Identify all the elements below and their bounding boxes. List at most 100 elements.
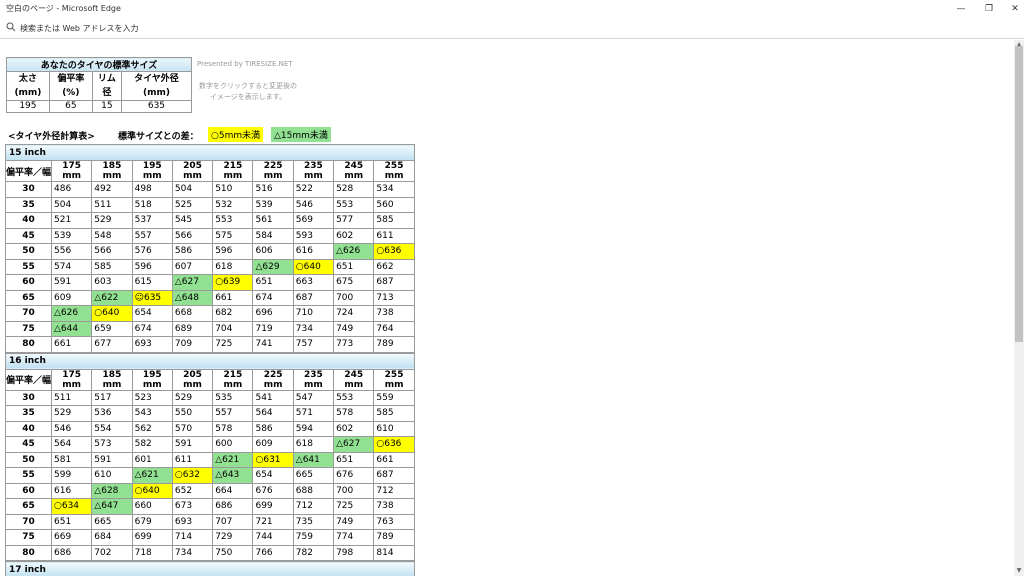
diameter-cell[interactable]: 486 <box>50 181 93 198</box>
diameter-cell[interactable]: 559 <box>373 389 415 406</box>
diameter-cell[interactable]: 651 <box>252 274 294 291</box>
diameter-cell[interactable]: 611 <box>171 451 214 468</box>
diameter-cell[interactable]: 712 <box>373 482 415 499</box>
close-button[interactable]: ✕ <box>1001 0 1024 18</box>
diameter-cell[interactable]: 529 <box>50 405 93 422</box>
diameter-cell[interactable]: 749 <box>333 320 375 337</box>
diameter-cell[interactable]: 651 <box>50 513 93 530</box>
diameter-cell[interactable]: 665 <box>292 467 335 484</box>
diameter-cell[interactable]: 654 <box>131 305 173 322</box>
diameter-cell[interactable]: 591 <box>50 274 93 291</box>
diameter-cell[interactable]: ○634 <box>50 498 93 515</box>
diameter-cell[interactable]: 591 <box>171 436 214 453</box>
diameter-cell[interactable]: 560 <box>373 196 415 213</box>
diameter-cell[interactable]: 673 <box>171 498 214 515</box>
diameter-cell[interactable]: 539 <box>50 227 93 244</box>
diameter-cell[interactable]: 618 <box>292 436 335 453</box>
diameter-cell[interactable]: 606 <box>252 243 294 260</box>
diameter-cell[interactable]: 689 <box>171 320 214 337</box>
diameter-cell[interactable]: 687 <box>292 289 335 306</box>
diameter-cell[interactable]: 661 <box>50 336 93 353</box>
diameter-cell[interactable]: 573 <box>91 436 133 453</box>
diameter-cell[interactable]: 618 <box>212 258 254 275</box>
diameter-cell[interactable]: 528 <box>333 181 375 198</box>
diameter-cell[interactable]: 661 <box>212 289 254 306</box>
diameter-cell[interactable]: 610 <box>91 467 133 484</box>
diameter-cell[interactable]: 596 <box>131 258 173 275</box>
diameter-cell[interactable]: 601 <box>131 451 173 468</box>
diameter-cell[interactable]: 566 <box>91 243 133 260</box>
diameter-cell[interactable]: 545 <box>171 212 214 229</box>
diameter-cell[interactable]: 548 <box>91 227 133 244</box>
diameter-cell[interactable]: 679 <box>131 513 173 530</box>
vertical-scrollbar[interactable]: ▲ ▼ <box>1014 40 1024 576</box>
diameter-cell[interactable]: 676 <box>252 482 294 499</box>
diameter-cell[interactable]: 712 <box>292 498 335 515</box>
diameter-cell[interactable]: 556 <box>50 243 93 260</box>
diameter-cell[interactable]: △644 <box>50 320 93 337</box>
diameter-cell[interactable]: 537 <box>131 212 173 229</box>
diameter-cell[interactable]: 591 <box>91 451 133 468</box>
diameter-cell[interactable]: 532 <box>212 196 254 213</box>
diameter-cell[interactable]: △622 <box>91 289 133 306</box>
diameter-cell[interactable]: 529 <box>91 212 133 229</box>
diameter-cell[interactable]: 586 <box>171 243 214 260</box>
diameter-cell[interactable]: 511 <box>91 196 133 213</box>
diameter-cell[interactable]: 534 <box>373 181 415 198</box>
diameter-cell[interactable]: 553 <box>333 196 375 213</box>
diameter-cell[interactable]: 763 <box>373 513 415 530</box>
diameter-cell[interactable]: 725 <box>333 498 375 515</box>
diameter-cell[interactable]: 782 <box>292 544 335 561</box>
diameter-cell[interactable]: 574 <box>50 258 93 275</box>
diameter-cell[interactable]: 611 <box>373 227 415 244</box>
diameter-cell[interactable]: 654 <box>252 467 294 484</box>
diameter-cell[interactable]: △627 <box>171 274 214 291</box>
diameter-cell[interactable]: 578 <box>333 405 375 422</box>
diameter-cell[interactable]: 554 <box>91 420 133 437</box>
diameter-cell[interactable]: 504 <box>171 181 214 198</box>
diameter-cell[interactable]: △643 <box>212 467 254 484</box>
diameter-cell[interactable]: 713 <box>373 289 415 306</box>
diameter-cell[interactable]: 668 <box>171 305 214 322</box>
diameter-cell[interactable]: 721 <box>252 513 294 530</box>
diameter-cell[interactable]: 651 <box>333 258 375 275</box>
diameter-cell[interactable]: 764 <box>373 320 415 337</box>
diameter-cell[interactable]: ○640 <box>292 258 335 275</box>
diameter-cell[interactable]: 581 <box>50 451 93 468</box>
diameter-cell[interactable]: 719 <box>252 320 294 337</box>
diameter-cell[interactable]: 566 <box>171 227 214 244</box>
diameter-cell[interactable]: 714 <box>171 529 214 546</box>
diameter-cell[interactable]: △626 <box>333 243 375 260</box>
minimize-button[interactable]: — <box>947 0 975 18</box>
diameter-cell[interactable]: 744 <box>252 529 294 546</box>
diameter-cell[interactable]: 577 <box>333 212 375 229</box>
diameter-cell[interactable]: 569 <box>292 212 335 229</box>
diameter-cell[interactable]: △647 <box>91 498 133 515</box>
diameter-cell[interactable]: 735 <box>292 513 335 530</box>
diameter-cell[interactable]: 602 <box>333 227 375 244</box>
diameter-cell[interactable]: 749 <box>333 513 375 530</box>
diameter-cell[interactable]: 607 <box>171 258 214 275</box>
address-bar[interactable]: 検索または Web アドレスを入力 <box>0 18 1024 39</box>
diameter-cell[interactable]: 677 <box>91 336 133 353</box>
diameter-cell[interactable]: 665 <box>91 513 133 530</box>
diameter-cell[interactable]: 615 <box>131 274 173 291</box>
diameter-cell[interactable]: 798 <box>333 544 375 561</box>
diameter-cell[interactable]: 518 <box>131 196 173 213</box>
diameter-cell[interactable]: ○639 <box>212 274 254 291</box>
diameter-cell[interactable]: ○640 <box>131 482 173 499</box>
diameter-cell[interactable]: 682 <box>212 305 254 322</box>
diameter-cell[interactable]: 774 <box>333 529 375 546</box>
diameter-cell[interactable]: 585 <box>373 405 415 422</box>
diameter-cell[interactable]: 686 <box>212 498 254 515</box>
diameter-cell[interactable]: 814 <box>373 544 415 561</box>
diameter-cell[interactable]: 586 <box>252 420 294 437</box>
diameter-cell[interactable]: 669 <box>50 529 93 546</box>
diameter-cell[interactable]: 693 <box>171 513 214 530</box>
diameter-cell[interactable]: △626 <box>50 305 93 322</box>
diameter-cell[interactable]: △628 <box>91 482 133 499</box>
diameter-cell[interactable]: 557 <box>131 227 173 244</box>
diameter-cell[interactable]: 710 <box>292 305 335 322</box>
diameter-cell[interactable]: 704 <box>212 320 254 337</box>
diameter-cell[interactable]: △621 <box>131 467 173 484</box>
